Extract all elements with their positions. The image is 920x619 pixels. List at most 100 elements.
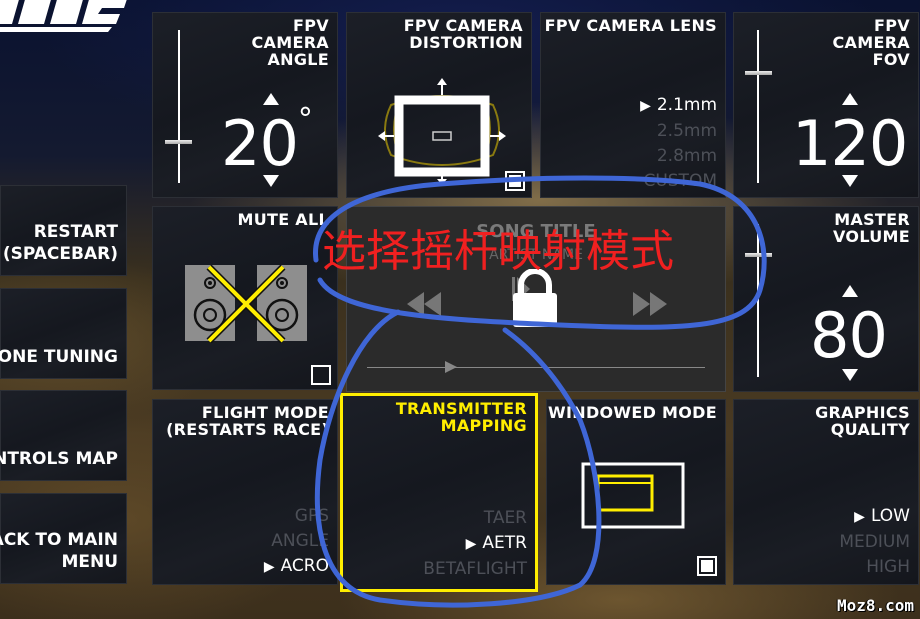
option-gps[interactable]: GPS [264,504,329,529]
master-volume-tile[interactable]: MASTER VOLUME 80 [733,206,919,392]
camera-angle-tile[interactable]: FPV CAMERA ANGLE 20° [152,12,338,198]
option-high[interactable]: HIGH [839,555,910,580]
camera-distortion-title-line1: FPV CAMERA [403,16,523,35]
camera-angle-title: FPV CAMERA ANGLE [252,17,329,68]
option-aetr[interactable]: ▶ AETR [423,531,527,557]
controls-map-label: NTROLS MAP [0,448,118,470]
camera-fov-tile[interactable]: FPV CAMERA FOV 120 [733,12,919,198]
master-volume-increase-icon[interactable] [842,285,858,297]
selected-arrow-icon: ▶ [854,509,865,525]
option-label: 2.8mm [656,146,717,166]
restart-button[interactable]: RESTART (SPACEBAR) [0,185,127,276]
option-label: MEDIUM [839,532,910,552]
transmitter-mapping-tile[interactable]: TRANSMITTER MAPPING TAER ▶ AETR BETAFLIGHT [340,393,538,592]
camera-fov-value: 120 [792,107,908,180]
track-progress-bar[interactable] [367,367,705,368]
option-angle[interactable]: ANGLE [264,529,329,554]
graphics-quality-title-line1: GRAPHICS [815,403,910,422]
muted-speakers-icon [185,265,307,343]
option-2-1mm[interactable]: ▶ 2.1mm [640,93,717,119]
game-logo [0,0,127,32]
camera-fov-title-line1: FPV [874,16,910,35]
flight-mode-title-line2: (RESTARTS RACE) [166,420,329,439]
selected-arrow-icon: ▶ [640,98,651,114]
window-icon [581,462,685,529]
camera-angle-slider-track[interactable] [178,30,180,183]
graphics-quality-tile[interactable]: GRAPHICS QUALITY ▶ LOW MEDIUM HIGH [733,399,919,585]
rewind-icon[interactable] [407,292,441,316]
option-label: ANGLE [271,531,329,551]
camera-angle-decrease-icon[interactable] [263,175,279,187]
option-label: ACRO [280,556,329,576]
fast-forward-icon[interactable] [633,292,667,316]
graphics-quality-title: GRAPHICS QUALITY [815,404,910,438]
watermark: Moz8.com [836,596,914,615]
flight-mode-options: GPS ANGLE ▶ ACRO [264,504,329,580]
track-progress-marker[interactable] [445,361,457,373]
option-label: LOW [870,506,910,526]
camera-fov-title-line2: CAMERA [832,33,910,52]
flight-mode-tile[interactable]: FLIGHT MODE (RESTARTS RACE) GPS ANGLE ▶ ACR… [152,399,338,585]
camera-fov-decrease-icon[interactable] [842,175,858,187]
option-2-8mm[interactable]: 2.8mm [640,144,717,169]
camera-fov-increase-icon[interactable] [842,93,858,105]
camera-fov-slider-handle[interactable] [745,70,772,75]
option-2-5mm[interactable]: 2.5mm [640,119,717,144]
camera-distortion-title-line2: DISTORTION [409,33,523,52]
master-volume-slider-track[interactable] [757,224,759,377]
camera-angle-title-line1: FPV [293,16,329,35]
annotation-text: 选择摇杆映射模式 [322,226,674,277]
selected-arrow-icon: ▶ [465,536,477,552]
camera-distortion-tile[interactable]: FPV CAMERA DISTORTION [346,12,532,198]
camera-distortion-checkbox[interactable] [505,171,525,191]
restart-label: RESTART (SPACEBAR) [3,221,118,265]
degree-symbol: ° [297,102,313,137]
windowed-mode-checkbox[interactable] [697,556,717,576]
camera-fov-slider-track[interactable] [757,30,759,183]
option-label: 2.1mm [656,95,717,115]
option-label: HIGH [866,557,910,577]
option-label: BETAFLIGHT [423,559,527,579]
option-acro[interactable]: ▶ ACRO [264,554,329,580]
controls-map-button[interactable]: NTROLS MAP [0,390,127,481]
back-label-line2: MENU [61,552,118,572]
camera-angle-title-line3: ANGLE [267,50,329,69]
master-volume-decrease-icon[interactable] [842,369,858,381]
option-low[interactable]: ▶ LOW [839,504,910,530]
mute-all-checkbox[interactable] [311,365,331,385]
mute-all-tile[interactable]: MUTE ALL [152,206,338,390]
master-volume-title-line2: VOLUME [833,227,910,246]
back-to-main-menu-button[interactable]: ACK TO MAIN MENU [0,493,127,584]
master-volume-title-line1: MASTER [834,210,910,229]
option-taer[interactable]: TAER [423,506,527,531]
camera-angle-title-line2: CAMERA [251,33,329,52]
drone-tuning-label-line1: ONE TUNING [0,347,118,367]
drone-tuning-button[interactable]: ONE TUNING [0,288,127,379]
camera-lens-options: ▶ 2.1mm 2.5mm 2.8mm CUSTOM [640,93,717,194]
master-volume-title: MASTER VOLUME [833,211,910,245]
graphics-quality-options: ▶ LOW MEDIUM HIGH [839,504,910,580]
selected-arrow-icon: ▶ [263,559,275,575]
back-label-line1: ACK TO MAIN [0,530,118,550]
camera-angle-increase-icon[interactable] [263,93,279,105]
option-label: GPS [294,506,329,526]
option-custom[interactable]: CUSTOM [640,169,717,194]
mute-all-title: MUTE ALL [237,210,329,229]
windowed-mode-tile[interactable]: WINDOWED MODE [546,399,726,585]
camera-angle-slider-handle[interactable] [165,139,192,144]
flight-mode-title: FLIGHT MODE (RESTARTS RACE) [166,404,329,438]
camera-fov-title: FPV CAMERA FOV [833,17,910,68]
camera-distortion-title: FPV CAMERA DISTORTION [404,17,523,51]
restart-label-line1: RESTART [33,222,118,242]
camera-angle-number: 20 [221,107,299,180]
transmitter-mapping-title: TRANSMITTER MAPPING [396,400,527,434]
master-volume-value: 80 [810,299,888,372]
restart-label-line2: (SPACEBAR) [2,244,118,264]
option-medium[interactable]: MEDIUM [839,530,910,555]
master-volume-slider-handle[interactable] [745,252,772,257]
camera-fov-title-line3: FOV [872,50,910,69]
camera-lens-tile[interactable]: FPV CAMERA LENS ▶ 2.1mm 2.5mm 2.8mm CUSTOM [540,12,726,198]
option-betaflight[interactable]: BETAFLIGHT [423,557,527,582]
option-label: TAER [483,508,527,528]
controls-map-label-line1: NTROLS MAP [0,449,118,469]
